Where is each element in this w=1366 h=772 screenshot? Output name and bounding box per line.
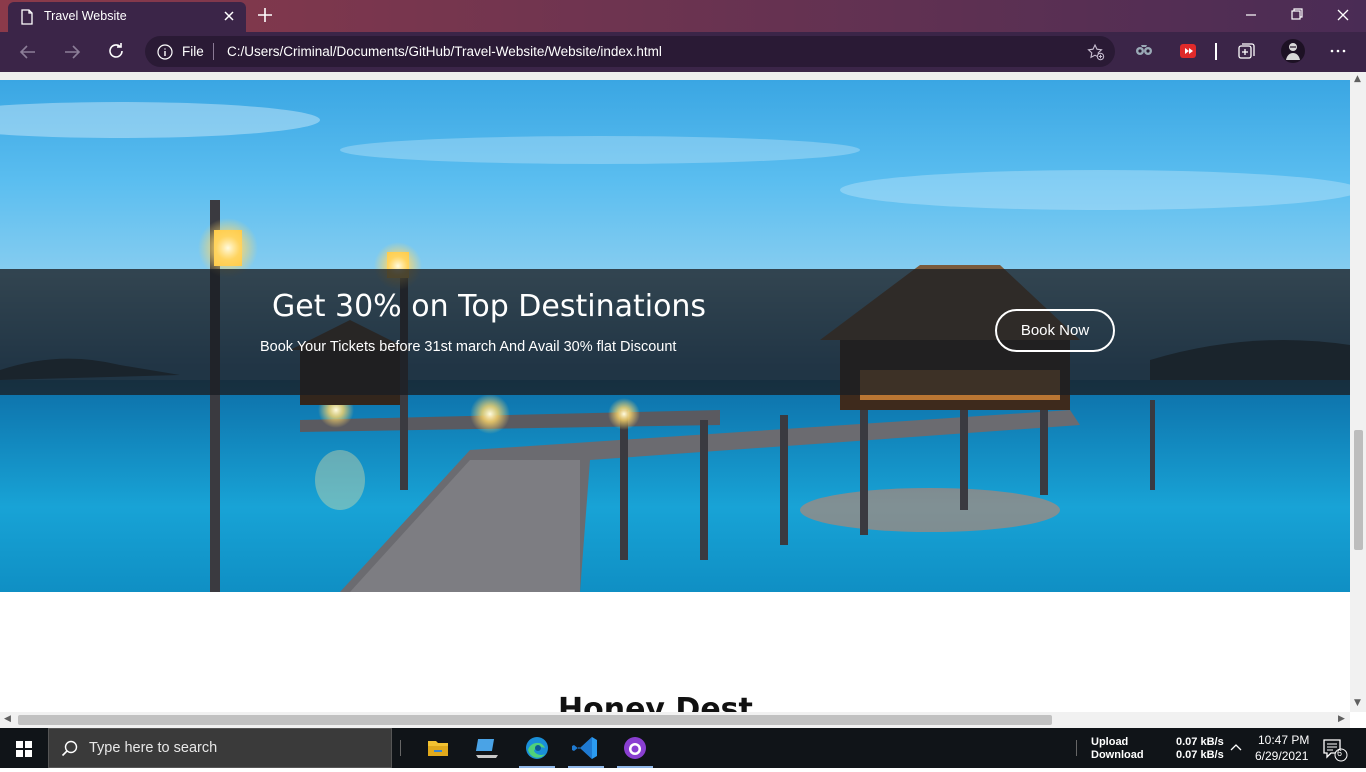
net-upload-value: 0.07 kB/s: [1176, 736, 1224, 748]
search-placeholder: Type here to search: [89, 740, 218, 756]
vscode-icon: [572, 737, 597, 759]
page-viewport: Get 30% on Top Destinations Book Your Ti…: [0, 72, 1350, 712]
tray-divider: [1076, 740, 1077, 756]
notification-center-button[interactable]: 6: [1318, 736, 1348, 762]
windows-taskbar: Type here to search Upload Download 0.07…: [0, 728, 1366, 768]
url-separator: [213, 43, 214, 60]
hero-section: Get 30% on Top Destinations Book Your Ti…: [0, 80, 1350, 592]
clock-time[interactable]: 10:47 PM: [1258, 733, 1309, 747]
net-upload-label: Upload: [1091, 736, 1129, 748]
tab-title: Travel Website: [44, 9, 127, 23]
github-desktop-icon: [624, 737, 646, 759]
edge-icon: [526, 737, 548, 759]
vertical-scrollbar[interactable]: ▲ ▼: [1350, 72, 1366, 712]
taskbar-search-box[interactable]: Type here to search: [48, 728, 392, 768]
media-extension-icon[interactable]: [1177, 40, 1199, 62]
browser-toolbar: File C:/Users/Criminal/Documents/GitHub/…: [0, 32, 1366, 72]
github-taskbar-app[interactable]: [611, 728, 659, 768]
net-download-value: 0.07 kB/s: [1176, 749, 1224, 761]
chevron-up-icon[interactable]: [1229, 741, 1243, 755]
profile-avatar-icon[interactable]: [1280, 38, 1306, 64]
horizontal-scroll-thumb[interactable]: [18, 715, 1052, 725]
extension-icon[interactable]: [1133, 40, 1155, 62]
info-icon[interactable]: [157, 44, 173, 60]
notification-count: 6: [1337, 748, 1343, 758]
net-download-label: Download: [1091, 749, 1144, 761]
address-bar[interactable]: File C:/Users/Criminal/Documents/GitHub/…: [145, 36, 1115, 67]
new-tab-icon[interactable]: [256, 6, 274, 24]
back-icon[interactable]: [14, 38, 42, 66]
scroll-up-arrow-icon[interactable]: ▲: [1354, 74, 1361, 84]
scroll-left-arrow-icon[interactable]: ◀: [4, 714, 11, 724]
promo-subtext: Book Your Tickets before 31st march And …: [260, 339, 677, 355]
restore-icon[interactable]: [1274, 0, 1320, 30]
laptop-icon[interactable]: [464, 728, 512, 768]
refresh-icon[interactable]: [102, 38, 130, 66]
horizontal-scrollbar[interactable]: ◀ ▶: [0, 712, 1350, 728]
close-window-icon[interactable]: [1320, 0, 1366, 30]
minimize-icon[interactable]: [1228, 0, 1274, 30]
clock-date[interactable]: 6/29/2021: [1255, 749, 1308, 763]
collections-icon[interactable]: [1235, 40, 1257, 62]
url-scheme: File: [182, 44, 204, 59]
search-icon: [61, 740, 78, 757]
edge-taskbar-app[interactable]: [513, 728, 561, 768]
page-top-strip: [0, 72, 1350, 80]
file-explorer-icon[interactable]: [414, 728, 462, 768]
scroll-down-arrow-icon[interactable]: ▼: [1354, 698, 1361, 708]
more-menu-icon[interactable]: [1327, 40, 1349, 62]
promo-headline: Get 30% on Top Destinations: [272, 289, 707, 324]
book-now-button[interactable]: Book Now: [995, 309, 1115, 352]
url-text[interactable]: C:/Users/Criminal/Documents/GitHub/Trave…: [227, 44, 662, 59]
close-tab-icon[interactable]: [220, 7, 238, 25]
notification-icon: [1323, 739, 1348, 762]
promo-banner: Get 30% on Top Destinations Book Your Ti…: [0, 269, 1350, 395]
tab-travel-website[interactable]: Travel Website: [8, 2, 246, 32]
taskbar-divider: [400, 740, 401, 756]
forward-icon[interactable]: [58, 38, 86, 66]
favorite-add-icon[interactable]: [1087, 43, 1105, 61]
windows-start-icon[interactable]: [0, 728, 48, 768]
toolbar-divider: [1215, 43, 1217, 60]
vertical-scroll-thumb[interactable]: [1354, 430, 1363, 550]
page-icon: [21, 9, 33, 25]
vscode-taskbar-app[interactable]: [562, 728, 610, 768]
next-section-heading: Honey Dest: [558, 692, 753, 712]
scroll-right-arrow-icon[interactable]: ▶: [1338, 714, 1345, 724]
browser-tab-bar: Travel Website: [0, 0, 1366, 32]
